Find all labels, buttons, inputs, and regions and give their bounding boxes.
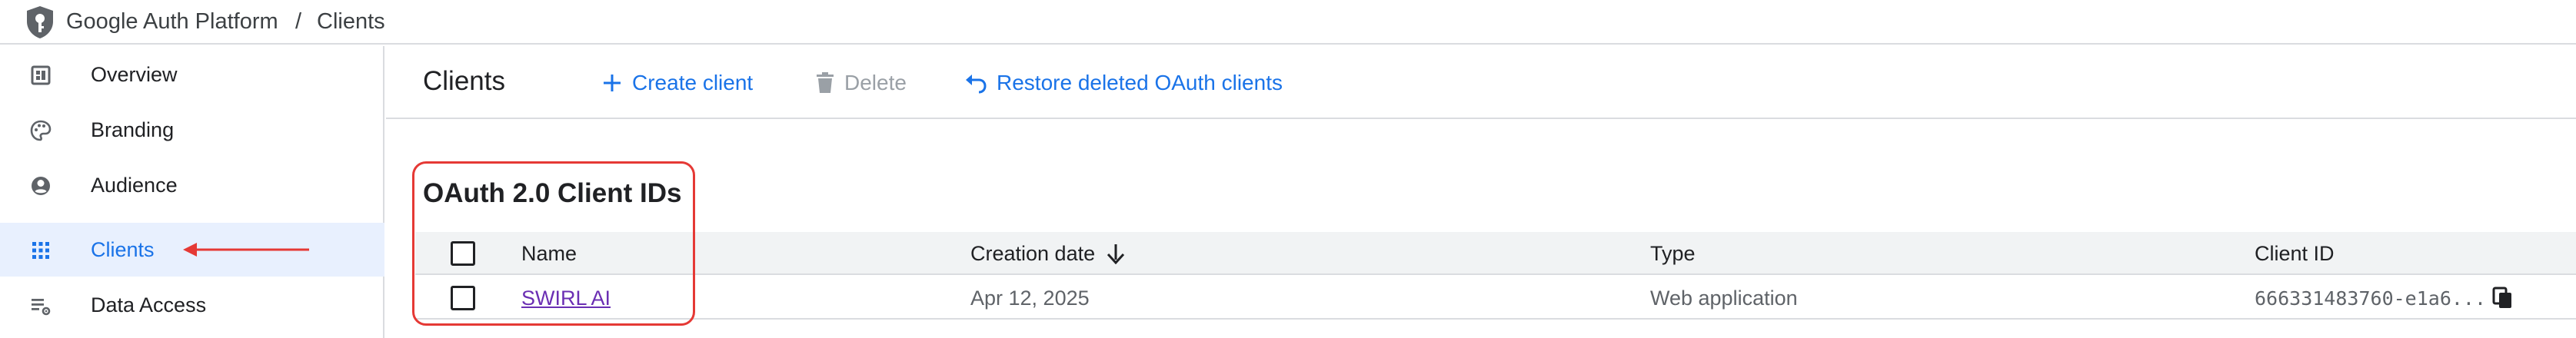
column-header-creation-date[interactable]: Creation date bbox=[970, 232, 1126, 275]
sidebar-item-overview[interactable]: Overview bbox=[0, 48, 384, 101]
sidebar-item-label: Data Access bbox=[91, 293, 207, 316]
create-client-button[interactable]: Create client bbox=[601, 68, 753, 98]
breadcrumb-separator: / bbox=[295, 9, 302, 34]
creation-date-cell: Apr 12, 2025 bbox=[970, 286, 1090, 310]
type-cell: Web application bbox=[1650, 286, 1798, 310]
column-header-type[interactable]: Type bbox=[1650, 232, 1696, 275]
sidebar-item-branding[interactable]: Branding bbox=[0, 103, 384, 157]
copy-icon[interactable] bbox=[2492, 287, 2514, 310]
sidebar: Overview Branding Audience Clients Data … bbox=[0, 46, 384, 338]
sidebar-item-label: Overview bbox=[91, 62, 178, 86]
sidebar-item-label: Audience bbox=[91, 173, 178, 197]
plus-icon bbox=[604, 75, 621, 91]
page-title: Clients bbox=[423, 66, 505, 96]
palette-icon bbox=[30, 120, 52, 141]
column-header-client-id[interactable]: Client ID bbox=[2255, 232, 2335, 275]
client-id-value: 666331483760-e1a6... bbox=[2255, 287, 2487, 310]
account-circle-icon bbox=[32, 177, 50, 195]
trash-icon bbox=[817, 72, 834, 93]
apps-grid-icon bbox=[32, 242, 49, 259]
sidebar-item-data-access[interactable]: Data Access bbox=[0, 278, 384, 332]
undo-icon bbox=[966, 75, 987, 94]
breadcrumb-app[interactable]: Google Auth Platform bbox=[66, 9, 278, 35]
annotation-highlight-box bbox=[412, 161, 695, 326]
list-settings-icon bbox=[32, 299, 51, 316]
sidebar-item-audience[interactable]: Audience bbox=[0, 158, 384, 212]
auth-platform-shield-icon bbox=[27, 6, 53, 38]
sidebar-item-label: Branding bbox=[91, 118, 175, 141]
arrow-down-icon bbox=[1107, 244, 1125, 264]
restore-label: Restore deleted OAuth clients bbox=[997, 71, 1283, 94]
page-header: Clients Create client Delete Restore del… bbox=[386, 46, 2576, 119]
restore-deleted-clients-button[interactable]: Restore deleted OAuth clients bbox=[964, 68, 1283, 98]
create-client-label: Create client bbox=[632, 71, 754, 94]
annotation-arrow bbox=[183, 243, 309, 257]
delete-label: Delete bbox=[844, 71, 907, 94]
breadcrumb-current-page: Clients bbox=[317, 9, 385, 34]
sidebar-item-label: Clients bbox=[91, 237, 155, 261]
delete-button[interactable]: Delete bbox=[815, 68, 907, 98]
table-header: Name Creation date Type Client ID bbox=[415, 232, 2576, 275]
dashboard-icon bbox=[31, 65, 51, 85]
client-id-cell: 666331483760-e1a6... bbox=[2255, 277, 2514, 320]
table-row: SWIRL AI Apr 12, 2025 Web application 66… bbox=[415, 277, 2576, 320]
top-bar: Google Auth Platform / Clients bbox=[0, 0, 2576, 45]
